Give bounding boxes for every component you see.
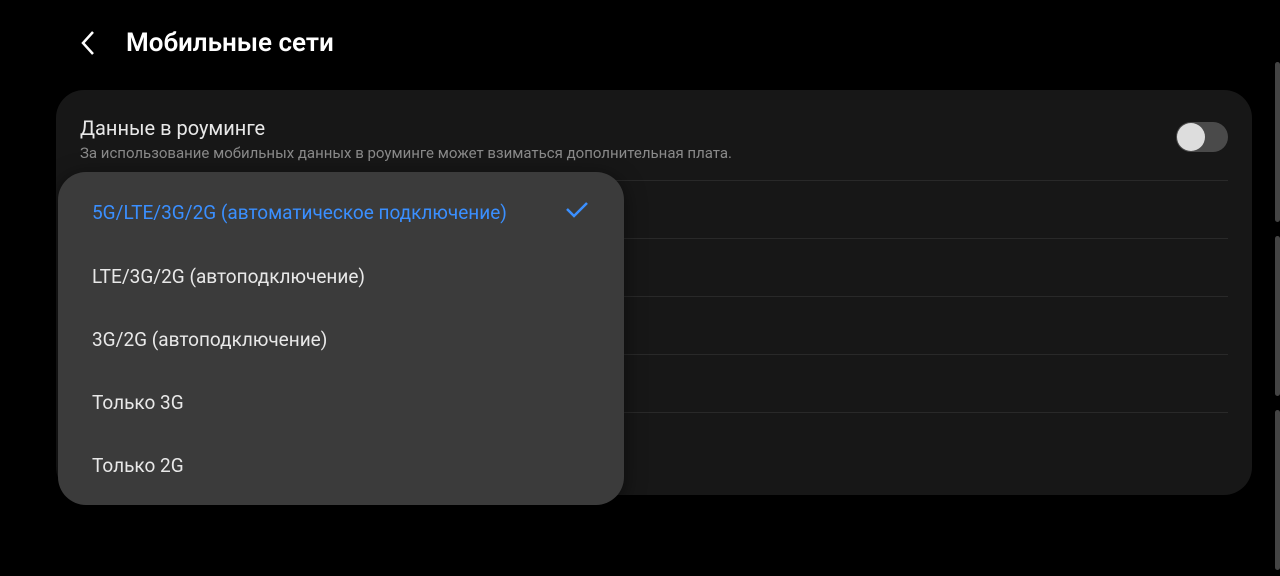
scroll-indicator: [1275, 62, 1280, 222]
popup-item-3g[interactable]: Только 3G: [58, 371, 624, 434]
popup-item-5g[interactable]: 5G/LTE/3G/2G (автоматическое подключение…: [58, 180, 624, 245]
scroll-indicator: [1275, 236, 1280, 396]
popup-item-label: Только 3G: [92, 391, 184, 414]
popup-item-label: 5G/LTE/3G/2G (автоматическое подключение…: [92, 201, 507, 224]
roaming-text: Данные в роуминге За использование мобил…: [80, 116, 1176, 162]
popup-item-3g2g[interactable]: 3G/2G (автоподключение): [58, 308, 624, 371]
popup-item-label: LTE/3G/2G (автоподключение): [92, 265, 365, 288]
popup-item-label: 3G/2G (автоподключение): [92, 328, 327, 351]
scroll-indicator: [1275, 410, 1280, 570]
popup-item-lte[interactable]: LTE/3G/2G (автоподключение): [58, 245, 624, 308]
check-icon: [564, 200, 590, 225]
back-icon[interactable]: [76, 31, 100, 55]
page-title: Мобильные сети: [126, 28, 334, 58]
roaming-row[interactable]: Данные в роуминге За использование мобил…: [80, 108, 1228, 181]
popup-item-label: Только 2G: [92, 454, 184, 477]
network-mode-popup: 5G/LTE/3G/2G (автоматическое подключение…: [58, 172, 624, 505]
popup-item-2g[interactable]: Только 2G: [58, 434, 624, 497]
roaming-desc: За использование мобильных данных в роум…: [80, 144, 1176, 162]
roaming-toggle[interactable]: [1176, 122, 1228, 152]
roaming-title: Данные в роуминге: [80, 116, 1176, 140]
header: Мобильные сети: [0, 0, 1280, 78]
